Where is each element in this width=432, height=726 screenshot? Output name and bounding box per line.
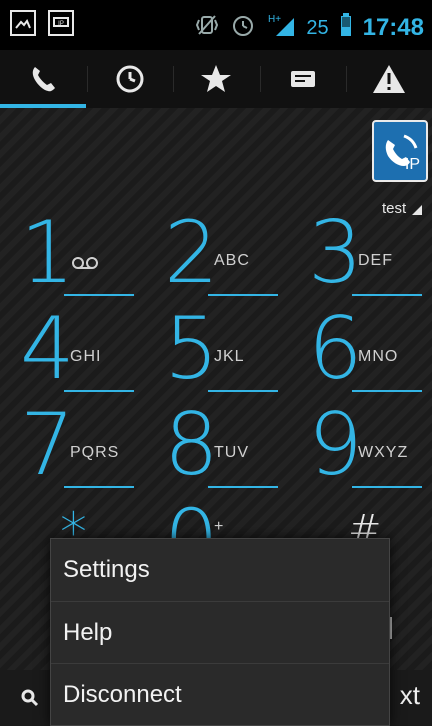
vibrate-icon [194, 12, 220, 44]
star-icon [201, 65, 231, 92]
battery-level: 25 [306, 16, 329, 39]
key-0-letters: + [214, 518, 225, 535]
tab-favorites[interactable] [173, 50, 259, 108]
status-right: H+ 25 17:48 [194, 12, 424, 44]
key-9-letters: WXYZ [358, 444, 409, 461]
key-1[interactable]: 1 [0, 210, 144, 300]
dialpad-row-1: 1 2 ABC 3 DEF [0, 210, 432, 300]
key-4-letters: GHI [70, 348, 102, 365]
key-2-letters: ABC [214, 252, 250, 269]
time: 17:48 [362, 14, 424, 41]
key-4-digit: 4 [20, 299, 75, 399]
notification-icon: IP [48, 10, 74, 36]
key-7-underline [64, 486, 134, 488]
key-3-underline [352, 294, 422, 296]
tab-call-log[interactable] [86, 50, 173, 108]
key-9-digit: 9 [308, 395, 363, 495]
warning-icon [373, 65, 405, 93]
key-6-digit: 6 [308, 299, 363, 399]
tab-bar [0, 50, 432, 108]
ip-call-button[interactable]: IP [372, 120, 428, 182]
tab-dialer[interactable] [0, 50, 86, 108]
key-7-digit: 7 [20, 395, 75, 495]
key-9-underline [352, 486, 422, 488]
alarm-icon [230, 12, 256, 44]
message-icon [290, 71, 315, 87]
key-5-digit: 5 [164, 299, 219, 399]
key-8-letters: TUV [214, 444, 249, 461]
key-7-letters: PQRS [70, 444, 120, 461]
image-icon [10, 10, 36, 36]
clock-icon [116, 65, 143, 93]
svg-text:IP: IP [58, 21, 64, 27]
key-3[interactable]: 3 DEF [288, 210, 432, 300]
menu-item-settings[interactable]: Settings [51, 539, 389, 601]
key-3-letters: DEF [358, 252, 393, 269]
menu-item-help[interactable]: Help [51, 601, 389, 663]
status-left: IP [10, 10, 74, 36]
voicemail-icon [72, 257, 98, 269]
key-4-underline [64, 390, 134, 392]
bottom-right-text[interactable]: xt [400, 680, 420, 711]
battery-icon [339, 12, 353, 44]
search-icon[interactable] [20, 688, 40, 708]
key-1-digit: 1 [20, 203, 75, 303]
overflow-menu: Settings Help Disconnect [50, 538, 390, 726]
menu-item-disconnect[interactable]: Disconnect [51, 663, 389, 725]
signal-icon: H+ [266, 12, 296, 44]
key-5[interactable]: 5 JKL [144, 306, 288, 396]
key-2[interactable]: 2 ABC [144, 210, 288, 300]
key-8-digit: 8 [164, 395, 219, 495]
dialpad-row-3: 7 PQRS 8 TUV 9 WXYZ [0, 402, 432, 492]
key-2-digit: 2 [164, 203, 219, 303]
key-8-underline [208, 486, 278, 488]
key-3-digit: 3 [308, 203, 363, 303]
tab-messages[interactable] [259, 50, 346, 108]
key-6-letters: MNO [358, 348, 399, 365]
key-8[interactable]: 8 TUV [144, 402, 288, 492]
svg-text:H+: H+ [268, 14, 281, 25]
status-bar: IP H+ 25 17:48 [0, 0, 432, 50]
key-2-underline [208, 294, 278, 296]
phone-icon [32, 67, 55, 92]
key-6[interactable]: 6 MNO [288, 306, 432, 396]
key-5-letters: JKL [214, 348, 245, 365]
key-1-underline [64, 294, 134, 296]
ip-label: IP [404, 156, 420, 173]
tab-alert[interactable] [346, 50, 432, 108]
key-4[interactable]: 4 GHI [0, 306, 144, 396]
key-7[interactable]: 7 PQRS [0, 402, 144, 492]
key-6-underline [352, 390, 422, 392]
key-5-underline [208, 390, 278, 392]
dialpad-row-2: 4 GHI 5 JKL 6 MNO [0, 306, 432, 396]
key-9[interactable]: 9 WXYZ [288, 402, 432, 492]
